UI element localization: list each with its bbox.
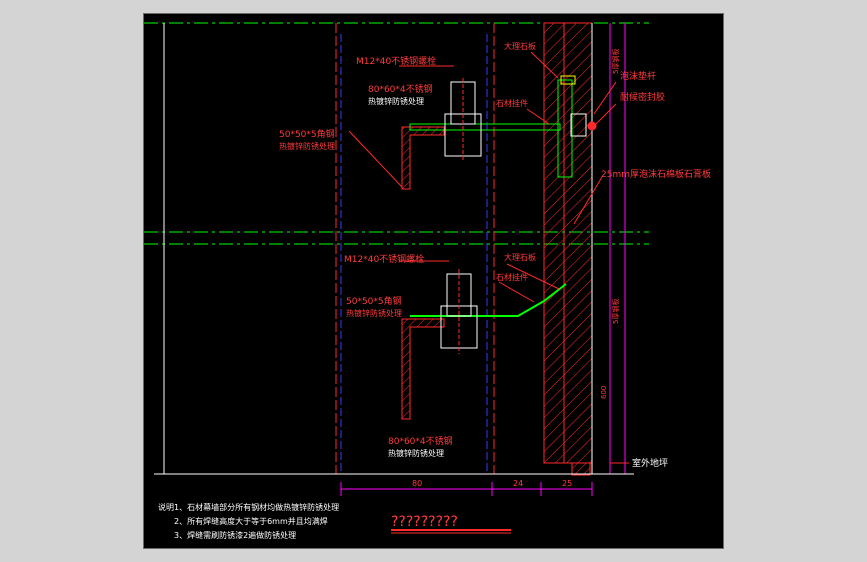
- lower-angle-label: 50*50*5角钢: [346, 295, 402, 307]
- ground-gravel: [571, 462, 591, 476]
- viewer-frame: M12*40不锈钢螺栓 80*60*4不锈钢 热镀锌防锈处理 50*50*5角钢…: [0, 0, 867, 562]
- dim-25: 25: [562, 479, 572, 488]
- lower-dim-small: 600: [600, 386, 608, 399]
- lower-plate-label-2: 热镀锌防锈处理: [388, 448, 444, 458]
- lower-angle-label-2: 热镀锌防锈处理: [346, 308, 402, 318]
- note-line-2: 2、所有焊缝高度大于等于6mm并且均满焊: [174, 516, 328, 526]
- dim-24: 24: [513, 479, 523, 488]
- cad-drawing-canvas: M12*40不锈钢螺栓 80*60*4不锈钢 热镀锌防锈处理 50*50*5角钢…: [143, 13, 724, 549]
- wall-hatched-section: [543, 22, 593, 464]
- lower-steel-plate: [410, 283, 567, 317]
- cad-drawing: M12*40不锈钢螺栓 80*60*4不锈钢 热镀锌防锈处理 50*50*5角钢…: [144, 22, 711, 540]
- upper-stone-label: 大理石板: [504, 41, 536, 51]
- sealant-label: 耐候密封胶: [620, 91, 665, 103]
- leader-lower-anchor: [498, 281, 535, 303]
- upper-angle-label: 50*50*5角钢: [279, 128, 335, 140]
- ground-label: 室外地坪: [632, 457, 668, 469]
- lower-stone-label: 大理石板: [504, 252, 536, 262]
- upper-dim-vertical: 5厚钢板: [611, 49, 620, 74]
- note-line-3: 3、焊缝需刷防锈漆2遍做防锈处理: [174, 530, 296, 540]
- upper-sealant-dot: [587, 121, 597, 131]
- dim-80: 80: [412, 479, 422, 488]
- upper-plate-label-2: 热镀锌防锈处理: [368, 96, 424, 106]
- lower-bolt-label: M12*40不锈钢螺栓: [344, 253, 424, 265]
- upper-angle-label-2: 热镀锌防锈处理: [279, 141, 335, 151]
- drawing-title: ?????????: [391, 514, 458, 530]
- lower-dim-vertical: 5厚钢板: [611, 299, 620, 324]
- lower-angle-steel: [401, 318, 445, 420]
- upper-angle-steel: [401, 126, 445, 190]
- gap-label: 25mm厚泡沫石棉板石膏板: [601, 168, 711, 180]
- leader-foam: [593, 81, 617, 115]
- lower-plate-label: 80*60*4不锈钢: [388, 435, 453, 447]
- upper-plate-label: 80*60*4不锈钢: [368, 83, 433, 95]
- leader-sealant: [593, 103, 617, 127]
- note-line-1: 说明1、石材幕墙部分所有钢材均做热镀锌防锈处理: [158, 502, 339, 512]
- upper-anchor-label: 石材挂件: [496, 98, 528, 108]
- lower-anchor-label: 石材挂件: [496, 272, 528, 282]
- leader-upper-angle: [348, 130, 403, 188]
- upper-bolt-label: M12*40不锈钢螺栓: [356, 55, 436, 67]
- foam-label: 泡沫垫杆: [620, 70, 656, 82]
